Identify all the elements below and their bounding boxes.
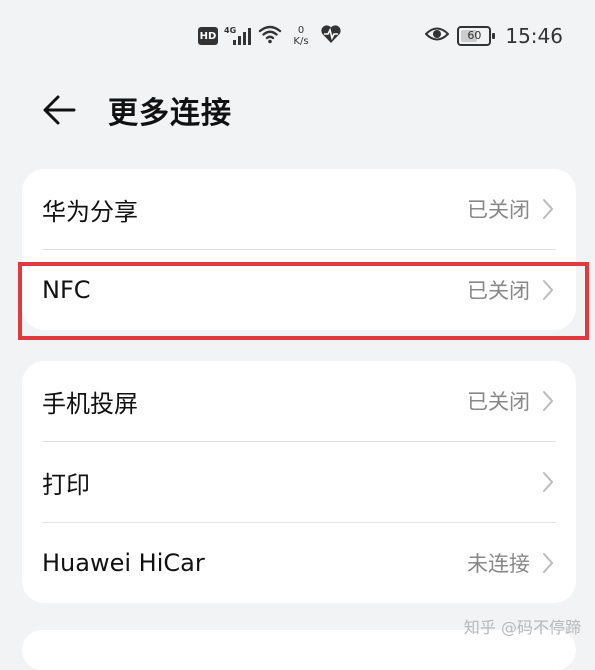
wifi-icon	[258, 24, 282, 48]
setting-label: Huawei HiCar	[42, 549, 205, 577]
settings-group-projection: 手机投屏 已关闭 打印 Huawei HiCar 未连接	[22, 361, 576, 603]
battery-level: 60	[467, 29, 482, 42]
status-bar: HD 4G 0 K/s 60 15:46	[0, 0, 595, 76]
setting-row-screen-projection[interactable]: 手机投屏 已关闭	[22, 361, 576, 441]
watermark: 知乎 @码不停蹄	[463, 618, 581, 637]
status-bar-left: HD 4G 0 K/s	[198, 24, 342, 48]
chevron-right-icon	[543, 391, 554, 411]
setting-status: 已关闭	[467, 198, 530, 222]
heartbeat-icon	[320, 24, 342, 48]
chevron-right-icon	[543, 553, 554, 573]
battery-icon: 60	[457, 26, 496, 46]
page-title: 更多连接	[108, 96, 232, 131]
chevron-right-icon	[543, 199, 554, 219]
setting-row-print[interactable]: 打印	[22, 442, 576, 522]
eye-icon	[424, 25, 450, 47]
chevron-right-icon	[543, 472, 554, 492]
setting-label: 打印	[42, 470, 90, 499]
setting-status: 已关闭	[467, 390, 530, 414]
setting-status: 未连接	[467, 552, 530, 576]
setting-row-huawei-share[interactable]: 华为分享 已关闭	[22, 169, 576, 249]
back-arrow-icon[interactable]	[40, 90, 80, 130]
signal-icon: 4G	[224, 26, 252, 46]
setting-label: 华为分享	[42, 197, 138, 226]
hd-icon: HD	[198, 27, 218, 45]
speed-unit: K/s	[293, 36, 309, 47]
network-speed: 0 K/s	[288, 25, 314, 47]
clock: 15:46	[505, 24, 563, 48]
speed-value: 0	[297, 25, 305, 36]
setting-row-hicar[interactable]: Huawei HiCar 未连接	[22, 523, 576, 603]
setting-label: 手机投屏	[42, 389, 138, 418]
status-bar-right: 60 15:46	[424, 24, 563, 48]
page-header: 更多连接	[0, 80, 595, 140]
highlight-box	[18, 262, 589, 340]
